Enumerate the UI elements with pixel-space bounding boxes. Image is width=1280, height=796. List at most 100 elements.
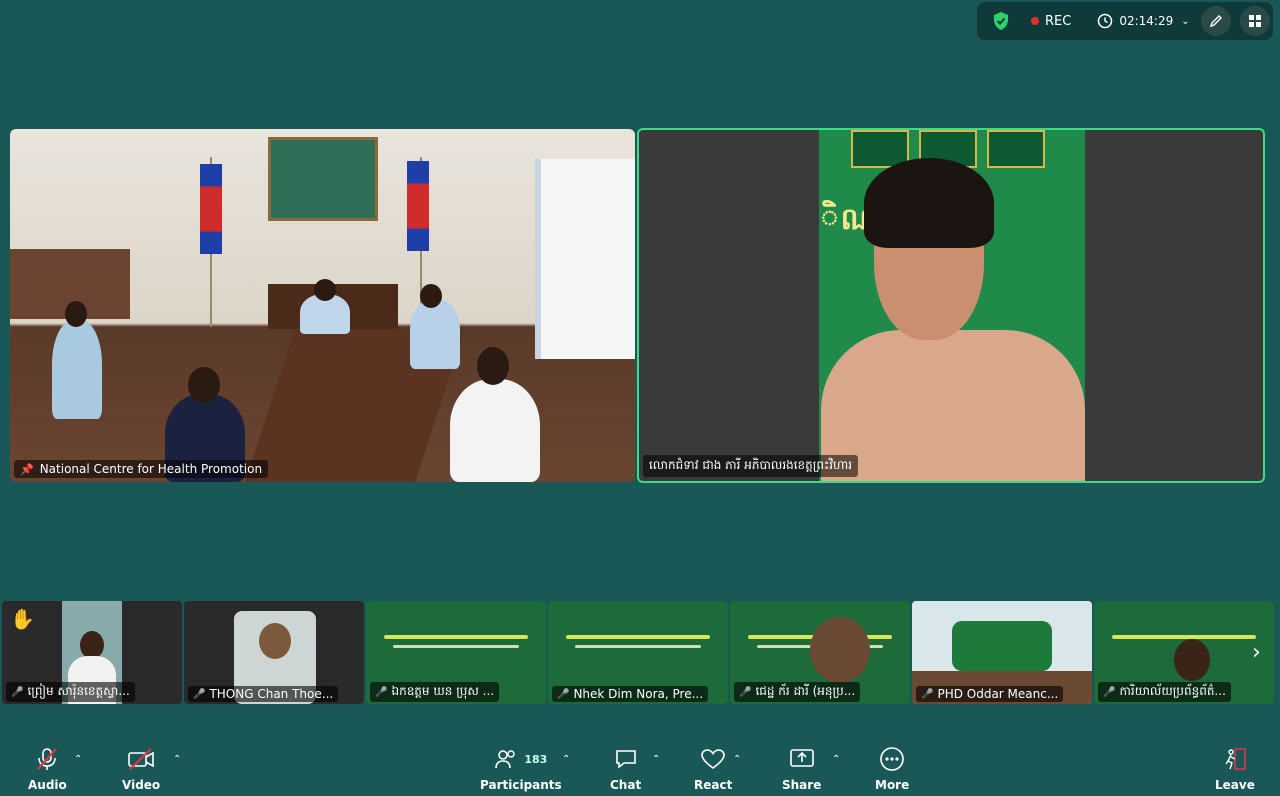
participant-name: PHD Oddar Meanc... [937, 687, 1059, 701]
person-head [80, 631, 104, 659]
clock-icon [1098, 13, 1113, 29]
react-label: React [694, 778, 733, 792]
camera-off-icon [128, 748, 154, 770]
mic-off-icon: 🎤 [193, 688, 206, 700]
participant-label: 🎤 PHD Oddar Meanc... [916, 686, 1064, 702]
participant-tile[interactable]: 🎤 ជេដ្ឋ ក័រ ដារី (អនុប្រ... [730, 601, 910, 704]
more-button[interactable]: More [875, 746, 909, 792]
video-label: Video [122, 778, 161, 792]
participant-label: 🎤 ការិយាល័យប្រព័ន្ធព័ត៌... [1098, 682, 1231, 702]
react-options-caret-icon[interactable]: ⌃ [733, 754, 741, 765]
share-button[interactable]: Share [782, 746, 821, 792]
person-head [314, 279, 336, 301]
react-button[interactable]: React [694, 746, 732, 792]
mic-off-icon: 🎤 [11, 686, 24, 698]
participant-label: 🎤 THONG Chan Thoe... [188, 686, 339, 702]
participant-tile[interactable]: 🎤 ការិយាល័យប្រព័ន្ធព័ត៌... [1094, 601, 1274, 704]
mic-muted-icon [37, 748, 58, 770]
participant-tile[interactable]: 🎤 THONG Chan Thoe... [184, 601, 364, 704]
rec-dot [1031, 17, 1039, 25]
window [535, 159, 635, 359]
video-tile-room[interactable]: 📌 National Centre for Health Promotion [10, 129, 635, 482]
participant-tile[interactable]: 🎤 PHD Oddar Meanc... [912, 601, 1092, 704]
pin-icon: 📌 [20, 462, 34, 476]
timer-value: 02:14:29 [1119, 14, 1174, 28]
banner-text-line [1112, 635, 1256, 639]
audio-button[interactable]: Audio [28, 746, 67, 792]
speaker-name-tag: លោកជំទាវ ជាង ភារី អភិបាលរងខេត្តព្រះវិហារ [643, 455, 859, 477]
room-name-tag: 📌 National Centre for Health Promotion [14, 460, 269, 478]
speaker-hair [864, 158, 994, 248]
more-icon [880, 747, 904, 771]
person-head [65, 301, 87, 327]
banner-text-line [393, 645, 519, 648]
meeting-status-bar: REC 02:14:29 ⌄ [977, 2, 1273, 40]
recording-indicator[interactable]: REC [1031, 14, 1071, 29]
cambodia-flag-left [200, 164, 222, 254]
person-head [420, 284, 442, 308]
raised-hand-icon: ✋ [10, 607, 35, 631]
participant-name: THONG Chan Thoe... [209, 687, 334, 701]
wall-frame [268, 137, 378, 221]
grid-icon [1249, 15, 1261, 27]
room-name: National Centre for Health Promotion [39, 462, 263, 476]
chat-button[interactable]: Chat [610, 746, 641, 792]
person-head [477, 347, 509, 385]
leave-button[interactable]: Leave [1215, 746, 1255, 792]
chat-icon [615, 750, 636, 769]
person-head [1174, 639, 1210, 681]
meeting-timer[interactable]: 02:14:29 ⌄ [1097, 13, 1190, 29]
participant-label: 🎤 ជេដ្ឋ ក័រ ដារី (អនុប្រ... [734, 682, 861, 702]
mic-off-icon: 🎤 [1103, 686, 1116, 698]
participants-label: Participants [480, 778, 562, 792]
chevron-down-icon: ⌄ [1181, 15, 1190, 27]
annotate-button[interactable] [1201, 6, 1231, 36]
participant-person [52, 319, 102, 419]
video-tile-active-speaker[interactable]: ិណ ​ ព្រះវិ លោកជំទាវ ជាង ភារី អភិបាលរងខេ… [637, 128, 1265, 483]
speaker-name: លោកជំទាវ ជាង ភារី អភិបាលរងខេត្តព្រះវិហារ [649, 458, 853, 472]
next-page-arrow-icon[interactable]: › [1252, 640, 1261, 665]
view-layout-button[interactable] [1240, 6, 1270, 36]
participant-name: ការិយាល័យប្រព័ន្ធព័ត៌... [1119, 684, 1226, 698]
rec-label: REC [1045, 13, 1072, 29]
participant-label: 🎤 ព្រៀម សារ៉ុនខេត្តស្វា... [6, 682, 135, 702]
speaker-body [821, 330, 1085, 481]
participant-tile[interactable]: 🎤 ឯកឧត្តម ឃន ប្រុស ... [366, 601, 546, 704]
banner-text-line [566, 635, 710, 639]
cambodia-flag-right [407, 161, 429, 251]
participant-person [450, 379, 540, 482]
participant-tile[interactable]: ✋ 🎤 ព្រៀម សារ៉ុនខេត្តស្វា... [2, 601, 182, 704]
video-button[interactable]: Video [122, 746, 160, 792]
mic-off-icon: 🎤 [375, 686, 388, 698]
participant-strip: ✋ 🎤 ព្រៀម សារ៉ុនខេត្តស្វា... 🎤 THONG Cha… [2, 601, 1274, 704]
participant-name: ឯកឧត្តម ឃន ប្រុស ... [391, 684, 495, 698]
audio-label: Audio [28, 778, 67, 792]
share-options-caret-icon[interactable]: ⌃ [832, 754, 840, 765]
heart-icon [701, 749, 725, 769]
emblem-badge [987, 130, 1045, 168]
participant-tile[interactable]: 🎤 Nhek Dim Nora, Pre... [548, 601, 728, 704]
person-head [259, 623, 291, 659]
person-head [188, 367, 220, 403]
share-label: Share [782, 778, 822, 792]
participant-name: ជេដ្ឋ ក័រ ដារី (អនុប្រ... [755, 684, 856, 698]
audio-options-caret-icon[interactable]: ⌃ [74, 754, 82, 765]
leave-label: Leave [1215, 778, 1255, 792]
chat-options-caret-icon[interactable]: ⌃ [652, 754, 660, 765]
participant-person [410, 299, 460, 369]
mic-off-icon: 🎤 [921, 688, 934, 700]
video-options-caret-icon[interactable]: ⌃ [173, 754, 181, 765]
participants-options-caret-icon[interactable]: ⌃ [562, 754, 570, 765]
participant-name: Nhek Dim Nora, Pre... [573, 687, 704, 701]
mic-off-icon: 🎤 [739, 686, 752, 698]
pencil-icon [1209, 15, 1222, 28]
leave-icon [1225, 748, 1246, 770]
chat-label: Chat [610, 778, 642, 792]
participant-name: ព្រៀម សារ៉ុនខេត្តស្វា... [27, 684, 130, 698]
person-head [810, 617, 870, 683]
more-label: More [875, 778, 910, 792]
banner-text-line [384, 635, 528, 639]
share-screen-icon [789, 749, 814, 767]
mic-off-icon: 🎤 [557, 688, 570, 700]
participants-button[interactable]: 183 Participants [480, 746, 562, 792]
